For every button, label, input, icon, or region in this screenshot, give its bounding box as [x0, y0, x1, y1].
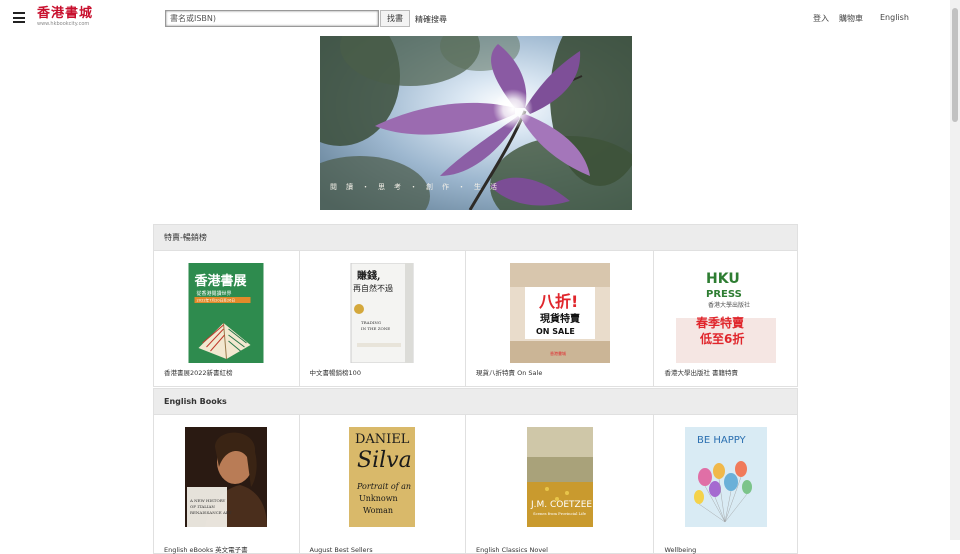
bestseller-book-cover: 賺錢, 再自然不過 TRADING IN THE ZONE — [350, 263, 414, 363]
daniel-silva-cover: DANIEL Silva Portrait of an Unknown Woma… — [349, 427, 416, 527]
cover-author: J.M. COETZEE — [530, 500, 592, 510]
logo-text: 香港書城 — [37, 6, 94, 21]
product-card[interactable]: DANIEL Silva Portrait of an Unknown Woma… — [300, 415, 467, 554]
product-label: 香港大學出版社 書籍特賣 — [664, 369, 739, 377]
logo-subtext: www.hkbookcity.com — [37, 21, 90, 27]
product-card[interactable]: HKU PRESS 香港大學出版社 春季特賣 低至6折 香港大學出版社 書籍特賣 — [654, 251, 797, 386]
hero-banner[interactable]: 閱讀・思考・創作・生活 — [320, 36, 632, 210]
advanced-search-link[interactable]: 精確搜尋 — [415, 14, 447, 25]
svg-text:再自然不過: 再自然不過 — [353, 283, 393, 293]
svg-text:RENAISSANCE ART: RENAISSANCE ART — [190, 510, 232, 515]
product-label: August Best Sellers — [309, 546, 373, 554]
svg-text:Unknown: Unknown — [359, 494, 398, 503]
hero-caption: 閱讀・思考・創作・生活 — [330, 183, 506, 191]
product-card[interactable]: 八折! 現貨特賣 ON SALE 香港書城 現貨八折特賣 On Sale — [466, 251, 655, 386]
product-label: 中文書暢銷榜100 — [309, 369, 361, 377]
product-row: A NEW HISTORY OF ITALIAN RENAISSANCE ART… — [153, 414, 798, 554]
product-card[interactable]: A NEW HISTORY OF ITALIAN RENAISSANCE ART… — [154, 415, 300, 554]
svg-text:Woman: Woman — [363, 506, 393, 515]
book-fair-cover: 香港書展 從香港閱讀世界 2022年7月20日至26日 — [188, 263, 264, 363]
product-label: English Classics Novel — [476, 546, 548, 554]
product-row: 香港書展 從香港閱讀世界 2022年7月20日至26日 香港書展2022新書紅榜… — [153, 250, 798, 387]
section-specials: 特賣-暢銷榜 香港書展 從香港閱讀世界 2022年7月20日至26日 香港書展2… — [153, 224, 798, 387]
login-link[interactable]: 登入 — [813, 13, 829, 24]
svg-text:香港書城: 香港書城 — [550, 350, 566, 356]
sale-headline: 八折! — [538, 292, 578, 311]
hku-press-cover: HKU PRESS 香港大學出版社 春季特賣 低至6折 — [675, 263, 776, 363]
svg-text:香港大學出版社: 香港大學出版社 — [708, 301, 750, 309]
section-title: 特賣-暢銷榜 — [153, 224, 798, 250]
svg-text:OF ITALIAN: OF ITALIAN — [190, 504, 215, 509]
cover-date: 2022年7月20日至26日 — [197, 298, 236, 303]
menu-icon[interactable] — [13, 12, 25, 23]
search-input[interactable] — [165, 10, 379, 27]
on-sale-cover: 八折! 現貨特賣 ON SALE 香港書城 — [509, 263, 610, 363]
section-english-books: English Books A NEW HISTORY OF ITALIAN R… — [153, 388, 798, 554]
product-card[interactable]: J.M. COETZEE Scenes from Provincial Life… — [466, 415, 655, 554]
search-button[interactable]: 找書 — [380, 10, 410, 27]
section-title: English Books — [153, 388, 798, 414]
cart-link[interactable]: 購物車 — [839, 13, 863, 24]
svg-text:低至6折: 低至6折 — [699, 331, 744, 346]
product-card[interactable]: 賺錢, 再自然不過 TRADING IN THE ZONE 中文書暢銷榜100 — [300, 251, 467, 386]
be-happy-cover: BE HAPPY — [684, 427, 767, 527]
svg-text:PRESS: PRESS — [706, 289, 742, 300]
svg-text:A NEW HISTORY: A NEW HISTORY — [189, 498, 226, 503]
svg-text:TRADING: TRADING — [361, 320, 381, 325]
scrollbar[interactable] — [950, 0, 960, 540]
scrollbar-thumb[interactable] — [952, 8, 958, 122]
ebook-cover: A NEW HISTORY OF ITALIAN RENAISSANCE ART — [185, 427, 268, 527]
svg-text:春季特賣: 春季特賣 — [695, 315, 745, 330]
cover-subtitle: 從香港閱讀世界 — [197, 290, 232, 297]
site-logo[interactable]: 香港書城 www.hkbookcity.com — [37, 6, 97, 28]
svg-text:IN THE ZONE: IN THE ZONE — [361, 326, 390, 331]
product-card[interactable]: 香港書展 從香港閱讀世界 2022年7月20日至26日 香港書展2022新書紅榜 — [154, 251, 300, 386]
svg-text:Portrait of an: Portrait of an — [356, 482, 411, 491]
coetzee-cover: J.M. COETZEE Scenes from Provincial Life — [526, 427, 593, 527]
sale-tag: ON SALE — [536, 327, 575, 336]
product-label: 現貨八折特賣 On Sale — [476, 369, 543, 377]
product-label: English eBooks 英文電子書 — [164, 546, 248, 554]
cover-title: BE HAPPY — [697, 435, 747, 446]
product-card[interactable]: BE HAPPY Wellbeing — [654, 415, 797, 554]
sale-subtitle: 現貨特賣 — [540, 312, 581, 325]
hku-logo: HKU — [706, 271, 740, 287]
product-label: 香港書展2022新書紅榜 — [164, 369, 233, 377]
cover-author-first: DANIEL — [355, 432, 410, 447]
cover-title: 香港書展 — [194, 273, 248, 289]
product-label: Wellbeing — [664, 546, 697, 554]
cover-author-last: Silva — [357, 448, 412, 473]
svg-text:賺錢,: 賺錢, — [357, 269, 380, 282]
cover-title: Scenes from Provincial Life — [533, 511, 587, 516]
language-link[interactable]: English — [880, 13, 909, 22]
